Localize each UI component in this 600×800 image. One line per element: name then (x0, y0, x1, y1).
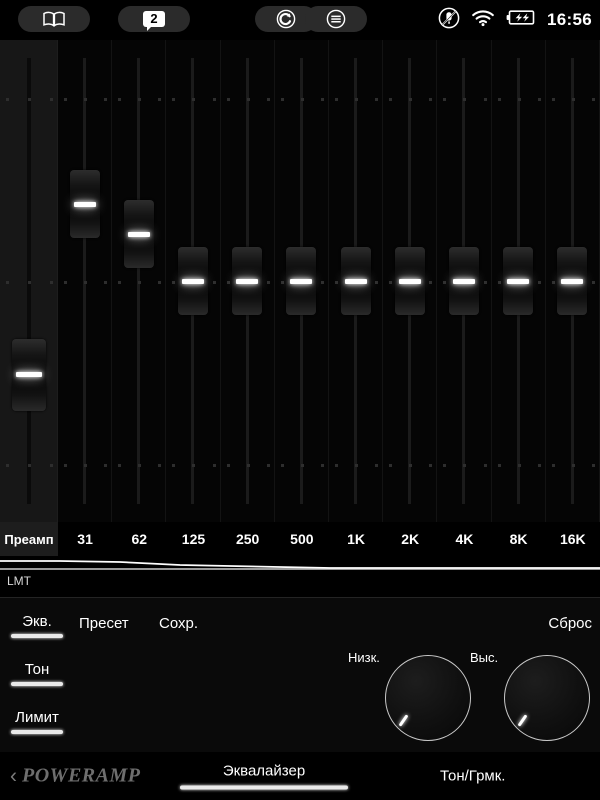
status-pill-messages[interactable]: 2 (118, 6, 190, 32)
toggle-tone[interactable]: Тон (8, 661, 66, 686)
eq-band-thumb-line (236, 278, 259, 284)
eq-band-track (26, 58, 31, 504)
knob-treble-indicator (517, 714, 528, 727)
panel-divider (0, 597, 600, 598)
eq-band-label-31: 31 (58, 522, 113, 556)
knob-treble[interactable] (504, 655, 590, 741)
toggle-tone-indicator (11, 682, 63, 686)
toggle-eq-indicator (11, 634, 63, 638)
eq-band-thumb-line (452, 278, 475, 284)
eq-band-label-preamp: Преамп (0, 522, 58, 556)
knob-bass[interactable] (385, 655, 471, 741)
chevron-left-icon: ‹ (10, 764, 17, 788)
eq-band-label-2K: 2K (383, 522, 438, 556)
eq-band-thumb-31[interactable] (69, 170, 100, 239)
eq-band-thumb-line (398, 278, 421, 284)
eq-band-thumb-2K[interactable] (394, 247, 425, 315)
eq-band-label-250: 250 (220, 522, 275, 556)
equalizer-band-labels: Преамп 31 62 125 250 500 1K 2K 4K 8K 16K (0, 522, 600, 556)
eq-band-column-preamp[interactable] (0, 40, 58, 522)
eq-curve-svg (0, 560, 600, 570)
eq-band-label-1K: 1K (328, 522, 384, 556)
eq-band-thumb-line (73, 201, 96, 207)
menu-icon (326, 9, 346, 29)
eq-band-thumb-line (15, 372, 42, 378)
eq-band-label-4K: 4K (437, 522, 492, 556)
control-panel: Экв. Тон Лимит Пресет Сохр. Сброс Низк. … (0, 597, 600, 752)
save-button[interactable]: Сохр. (159, 615, 198, 632)
tab-equalizer-active-indicator (180, 785, 348, 790)
eq-band-thumb-1K[interactable] (340, 247, 371, 315)
eq-band-thumb-line (561, 278, 584, 284)
reset-button[interactable]: Сброс (548, 615, 592, 632)
eq-band-thumb-line (344, 278, 367, 284)
eq-band-track (83, 58, 87, 504)
eq-band-thumb-250[interactable] (232, 247, 263, 315)
poweramp-logo: POWERAMP (22, 764, 141, 787)
bottom-nav-bar: ‹ POWERAMP Эквалайзер Тон/Грмк. (0, 752, 600, 800)
eq-band-thumb-4K[interactable] (448, 247, 479, 315)
eq-band-column-16K[interactable] (545, 40, 600, 522)
eq-band-label-16K: 16K (545, 522, 600, 556)
eq-band-column-1K[interactable] (328, 40, 384, 522)
toggle-limiter-label: Лимит (15, 709, 59, 726)
eq-band-column-8K[interactable] (491, 40, 546, 522)
eq-band-thumb-500[interactable] (286, 247, 317, 315)
tab-tone-volume-label: Тон/Грмк. (440, 767, 506, 785)
eq-response-curve: LMT (0, 556, 600, 592)
battery-charging-icon (506, 9, 536, 31)
toggle-tone-label: Тон (24, 661, 50, 678)
limiter-label: LMT (7, 574, 31, 588)
eq-band-label-500: 500 (274, 522, 329, 556)
knob-treble-label: Выс. (470, 650, 499, 665)
eq-band-thumb-line (181, 278, 204, 284)
toggle-limiter[interactable]: Лимит (8, 709, 66, 734)
status-pill-menu[interactable] (305, 6, 367, 32)
eq-band-label-62: 62 (112, 522, 167, 556)
back-to-poweramp[interactable]: ‹ POWERAMP (10, 765, 140, 788)
toggle-eq[interactable]: Экв. (8, 613, 66, 638)
mute-icon (438, 7, 460, 34)
status-pill-book[interactable] (18, 6, 90, 32)
eq-band-thumb-preamp[interactable] (11, 338, 46, 411)
book-icon (43, 11, 65, 27)
message-count-badge: 2 (143, 11, 165, 31)
refresh-icon (276, 9, 296, 29)
knob-bass-label: Низк. (348, 650, 380, 665)
eq-band-column-4K[interactable] (437, 40, 492, 522)
tab-tone-volume[interactable]: Тон/Грмк. (440, 768, 505, 785)
eq-band-thumb-125[interactable] (177, 247, 208, 315)
eq-band-track (137, 58, 141, 504)
eq-band-thumb-line (127, 231, 150, 237)
tab-equalizer[interactable]: Эквалайзер (180, 763, 348, 790)
eq-band-column-2K[interactable] (383, 40, 438, 522)
eq-band-column-62[interactable] (112, 40, 167, 522)
wifi-icon (471, 9, 495, 32)
eq-band-column-500[interactable] (274, 40, 329, 522)
eq-band-label-125: 125 (166, 522, 221, 556)
eq-band-thumb-8K[interactable] (503, 247, 534, 315)
status-bar-clock: 16:56 (547, 10, 592, 29)
eq-band-column-31[interactable] (58, 40, 113, 522)
eq-band-column-250[interactable] (220, 40, 275, 522)
status-bar-right: 16:56 (438, 0, 592, 40)
eq-band-thumb-62[interactable] (123, 200, 154, 269)
status-bar: 2 16:56 (0, 0, 600, 40)
poweramp-equalizer-screen: 2 16:56 Преамп 31 62 125 250 500 1K 2K 4… (0, 0, 600, 800)
eq-band-thumb-line (507, 278, 530, 284)
knob-bass-indicator (398, 714, 409, 727)
eq-band-thumb-line (290, 278, 313, 284)
eq-band-thumb-16K[interactable] (557, 247, 588, 315)
toggle-eq-label: Экв. (22, 613, 52, 630)
eq-band-label-8K: 8K (491, 522, 546, 556)
toggle-limiter-indicator (11, 730, 63, 734)
equalizer-slider-grid[interactable] (0, 40, 600, 522)
eq-band-column-125[interactable] (166, 40, 221, 522)
tab-equalizer-label: Эквалайзер (222, 762, 306, 780)
preset-button[interactable]: Пресет (79, 615, 129, 632)
